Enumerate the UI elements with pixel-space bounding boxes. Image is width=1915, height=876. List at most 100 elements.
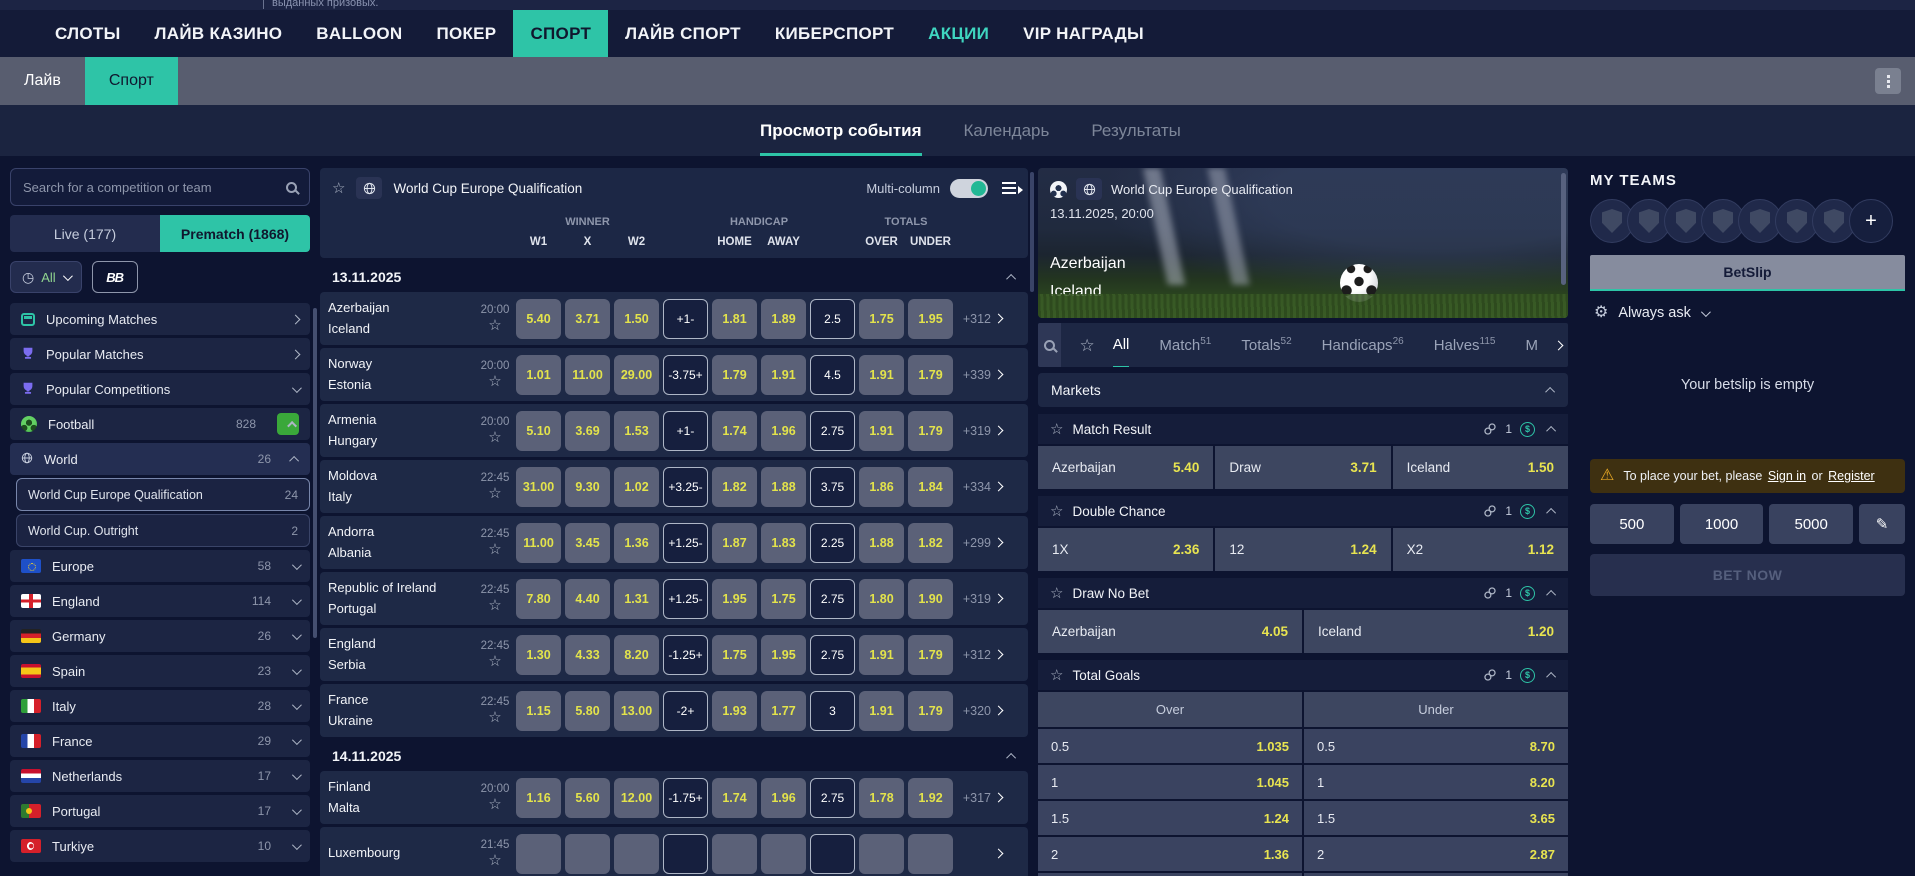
favorite-star-icon[interactable]: ☆ [488,374,501,389]
odds-handicap-away-button[interactable]: 1.91 [761,355,806,395]
odds-handicap-away-button[interactable]: 1.75 [761,579,806,619]
add-team-button[interactable]: + [1849,199,1893,243]
odds-w2-button[interactable]: 8.20 [614,635,659,675]
date-group-header[interactable]: 14.11.2025 [320,741,1028,771]
sidebar-item-world[interactable]: World26 [10,443,310,475]
market-search-button[interactable] [1038,323,1061,367]
odds-over-button[interactable]: 1.91 [859,691,904,731]
favorite-star-icon[interactable]: ☆ [488,318,501,333]
odds-over-button[interactable]: 1.88 [859,523,904,563]
nav-item-8[interactable]: VIP НАГРАДЫ [1006,10,1161,57]
nav-item-7[interactable]: АКЦИИ [911,10,1006,57]
odds-w1-button[interactable]: 11.00 [516,523,561,563]
odds-w1-button[interactable] [516,834,561,874]
odds-handicap-home-button[interactable]: 1.81 [712,299,757,339]
odds-x-button[interactable]: 3.45 [565,523,610,563]
betslip-tab[interactable]: BetSlip [1590,255,1905,291]
odds-handicap-home-button[interactable]: 1.87 [712,523,757,563]
mode-tab-1[interactable]: Спорт [85,57,178,105]
odds-x-button[interactable]: 5.80 [565,691,610,731]
total-line-button[interactable]: 2.5 [810,299,855,339]
odds-under-button[interactable]: 1.79 [908,635,953,675]
nav-item-1[interactable]: ЛАЙВ КАЗИНО [138,10,300,57]
collapse-sport-button[interactable] [277,413,299,435]
live-button[interactable]: Live (177) [10,215,160,252]
match-row[interactable]: FranceUkraine22:45☆1.155.8013.00-2+1.931… [320,684,1028,737]
total-under-button[interactable]: 0.58.70 [1304,729,1568,763]
total-over-button[interactable]: 21.36 [1038,837,1302,871]
search-box[interactable] [10,168,310,206]
sidebar-item-football[interactable]: Football828 [10,408,310,440]
handicap-line-button[interactable]: +3.25- [663,467,708,507]
odds-handicap-home-button[interactable] [712,834,757,874]
bet-now-button[interactable]: BET NOW [1590,554,1905,596]
favorite-markets-star-icon[interactable]: ☆ [1079,337,1094,354]
odds-under-button[interactable]: 1.79 [908,355,953,395]
sidebar-scrollbar[interactable] [313,308,317,638]
odds-w2-button[interactable]: 13.00 [614,691,659,731]
total-line-button[interactable]: 2.75 [810,635,855,675]
market-option-button[interactable]: X21.12 [1393,528,1568,571]
odds-under-button[interactable]: 1.95 [908,299,953,339]
sidebar-country-france[interactable]: France29 [10,725,310,757]
sidebar-country-spain[interactable]: Spain23 [10,655,310,687]
total-under-button[interactable]: 18.20 [1304,765,1568,799]
odds-w1-button[interactable]: 1.01 [516,355,561,395]
odds-under-button[interactable]: 1.79 [908,411,953,451]
handicap-line-button[interactable]: +1- [663,411,708,451]
stake-button-500[interactable]: 500 [1590,504,1674,544]
odds-handicap-away-button[interactable]: 1.89 [761,299,806,339]
favorite-star-icon[interactable]: ☆ [488,542,501,557]
market-option-button[interactable]: Iceland1.20 [1304,610,1568,653]
list-scrollbar[interactable] [1030,172,1034,292]
favorite-star-icon[interactable]: ☆ [1050,586,1063,601]
handicap-line-button[interactable]: -2+ [663,691,708,731]
odds-handicap-home-button[interactable]: 1.75 [712,635,757,675]
nav-item-0[interactable]: СЛОТЫ [38,10,138,57]
match-row[interactable]: AzerbaijanIceland20:00☆5.403.711.50+1-1.… [320,292,1028,345]
odds-over-button[interactable]: 1.91 [859,411,904,451]
odds-w1-button[interactable]: 7.80 [516,579,561,619]
nav-item-5[interactable]: ЛАЙВ СПОРТ [608,10,758,57]
total-line-button[interactable] [810,834,855,874]
market-tab-halves[interactable]: Halves115 [1434,323,1496,367]
handicap-line-button[interactable]: -3.75+ [663,355,708,395]
odds-x-button[interactable]: 4.33 [565,635,610,675]
market-tab-all[interactable]: All [1113,323,1130,367]
edit-stake-button[interactable]: ✎ [1859,504,1905,544]
odds-over-button[interactable]: 1.91 [859,355,904,395]
markets-accordion[interactable]: Markets [1038,373,1568,407]
favorite-star-icon[interactable]: ☆ [488,797,501,812]
stake-button-1000[interactable]: 1000 [1680,504,1764,544]
more-options-button[interactable] [1875,68,1901,94]
total-line-button[interactable]: 4.5 [810,355,855,395]
handicap-line-button[interactable]: -1.75+ [663,778,708,818]
sidebar-country-netherlands[interactable]: Netherlands17 [10,760,310,792]
odds-w2-button[interactable]: 1.31 [614,579,659,619]
market-tab-m[interactable]: M [1526,324,1539,367]
register-link[interactable]: Register [1828,469,1875,483]
nav-item-3[interactable]: ПОКЕР [419,10,513,57]
favorite-star-icon[interactable]: ☆ [488,710,501,725]
total-line-button[interactable]: 3 [810,691,855,731]
sidebar-quicklink-2[interactable]: Popular Competitions [10,373,310,405]
match-row[interactable]: Republic of IrelandPortugal22:45☆7.804.4… [320,572,1028,625]
odds-under-button[interactable]: 1.92 [908,778,953,818]
view-tab-2[interactable]: Результаты [1091,121,1181,156]
view-tab-1[interactable]: Календарь [964,121,1050,156]
sidebar-country-england[interactable]: England114 [10,585,310,617]
odds-handicap-home-button[interactable]: 1.74 [712,411,757,451]
market-option-button[interactable]: Draw3.71 [1215,446,1390,489]
multi-column-toggle[interactable] [950,179,988,198]
view-tab-0[interactable]: Просмотр события [760,121,922,156]
sidebar-country-eu[interactable]: Europe58 [10,550,310,582]
sidebar-competition-1[interactable]: World Cup. Outright2 [16,514,310,547]
odds-under-button[interactable]: 1.79 [908,691,953,731]
favorite-star-icon[interactable]: ☆ [1050,668,1063,683]
odds-x-button[interactable]: 3.71 [565,299,610,339]
stake-button-5000[interactable]: 5000 [1769,504,1853,544]
odds-under-button[interactable]: 1.90 [908,579,953,619]
odds-w1-button[interactable]: 31.00 [516,467,561,507]
odds-handicap-away-button[interactable]: 1.83 [761,523,806,563]
odds-under-button[interactable] [908,834,953,874]
